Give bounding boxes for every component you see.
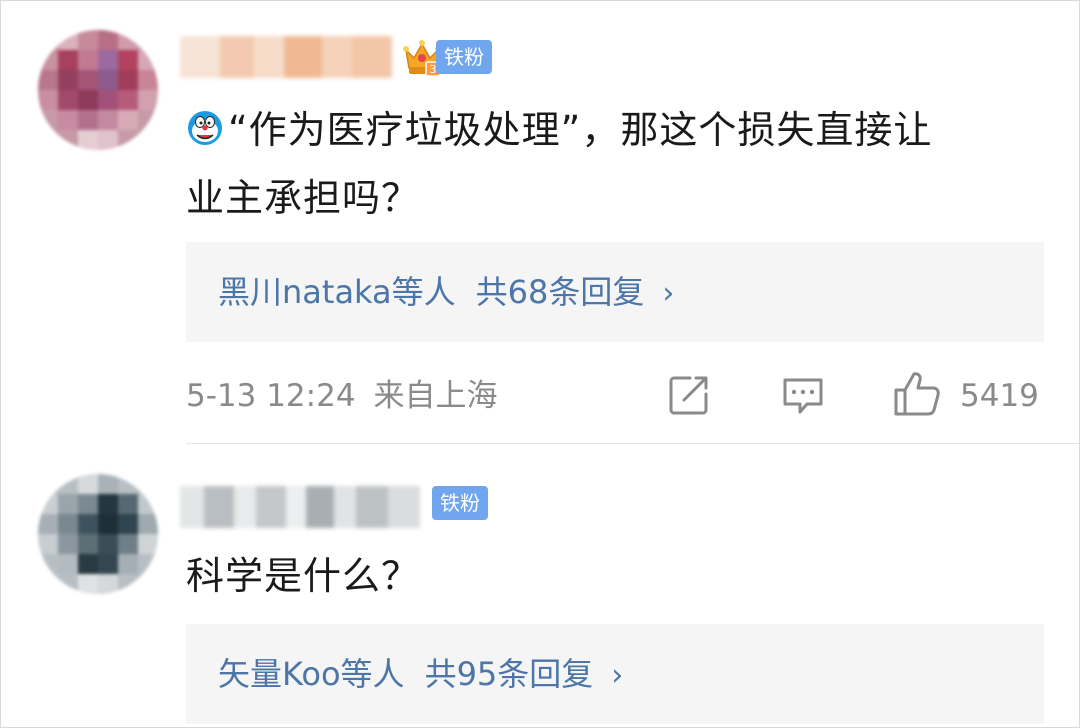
- comment-text-line1: “作为医疗垃圾处理”，那这个损失直接让: [228, 108, 933, 152]
- comment-text-line2: 业主承担吗？: [186, 176, 421, 220]
- comment-icon[interactable]: [780, 372, 826, 418]
- comment-time: 5-13 12:24: [186, 378, 356, 414]
- repost-icon[interactable]: [666, 372, 712, 418]
- comment-text: “作为医疗垃圾处理”，那这个损失直接让 业主承担吗？: [186, 96, 1056, 232]
- doraemon-emoji-icon: [188, 111, 222, 145]
- comment-text: 科学是什么？: [186, 554, 421, 598]
- reply-count[interactable]: 共68条回复: [476, 242, 645, 342]
- avatar[interactable]: [38, 30, 158, 150]
- reply-preview[interactable]: 矢量Koo等人 共95条回复 ›: [186, 624, 1044, 724]
- comment-location: 来自上海: [373, 378, 498, 414]
- reply-preview[interactable]: 黑川nataka等人 共68条回复 ›: [186, 242, 1044, 342]
- reply-users[interactable]: 黑川nataka等人: [218, 242, 456, 342]
- chevron-right-icon: ›: [662, 276, 675, 311]
- avatar[interactable]: [38, 474, 158, 594]
- username-blurred[interactable]: [180, 486, 420, 528]
- thumbs-up-icon[interactable]: [892, 368, 942, 418]
- reply-users[interactable]: 矢量Koo等人: [218, 624, 405, 724]
- fan-badge: 铁粉: [436, 40, 492, 74]
- like-count: 5419: [960, 378, 1039, 414]
- comment-item: 3 铁粉 “作为医疗垃圾处理”，那这个损失直接让 业主承担吗？ 黑川nataka…: [0, 0, 1080, 444]
- reply-count[interactable]: 共95条回复: [425, 624, 594, 724]
- username-blurred[interactable]: [180, 36, 392, 78]
- comment-meta: 5-13 12:24 来自上海: [186, 376, 498, 416]
- chevron-right-icon: ›: [611, 658, 624, 693]
- comment-item: 铁粉 科学是什么？ 矢量Koo等人 共95条回复 ›: [0, 444, 1080, 728]
- fan-badge: 铁粉: [432, 486, 488, 520]
